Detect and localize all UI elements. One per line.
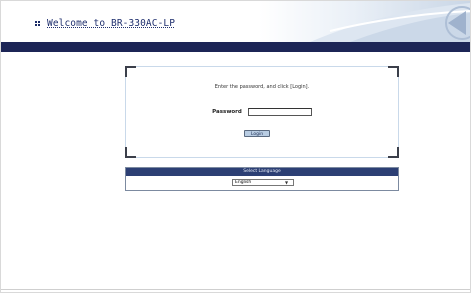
bottom-divider (1, 289, 470, 290)
language-body: English ▼ (126, 176, 398, 190)
corner-bracket-icon (125, 66, 136, 77)
header-title-group: Welcome to BR-330AC-LP (35, 16, 175, 30)
page-title: Welcome to BR-330AC-LP (47, 17, 176, 29)
corner-bracket-icon (125, 147, 136, 158)
header: Welcome to BR-330AC-LP (1, 1, 470, 42)
login-button[interactable]: Login (244, 130, 270, 137)
password-input[interactable] (247, 108, 312, 116)
corner-bracket-icon (388, 66, 399, 77)
login-instruction: Enter the password, and click [Login]. (214, 84, 310, 90)
login-panel: Enter the password, and click [Login]. P… (125, 66, 399, 158)
corner-bracket-icon (388, 147, 399, 158)
nav-bar (1, 42, 470, 52)
password-row: Password (126, 108, 398, 116)
password-label: Password (212, 109, 242, 115)
language-heading: Select Language (126, 168, 398, 176)
grid-bullet-icon (35, 20, 40, 26)
header-swoosh-graphic (310, 3, 470, 42)
language-panel: Select Language English ▼ (125, 167, 399, 191)
language-select[interactable]: English (232, 179, 294, 186)
